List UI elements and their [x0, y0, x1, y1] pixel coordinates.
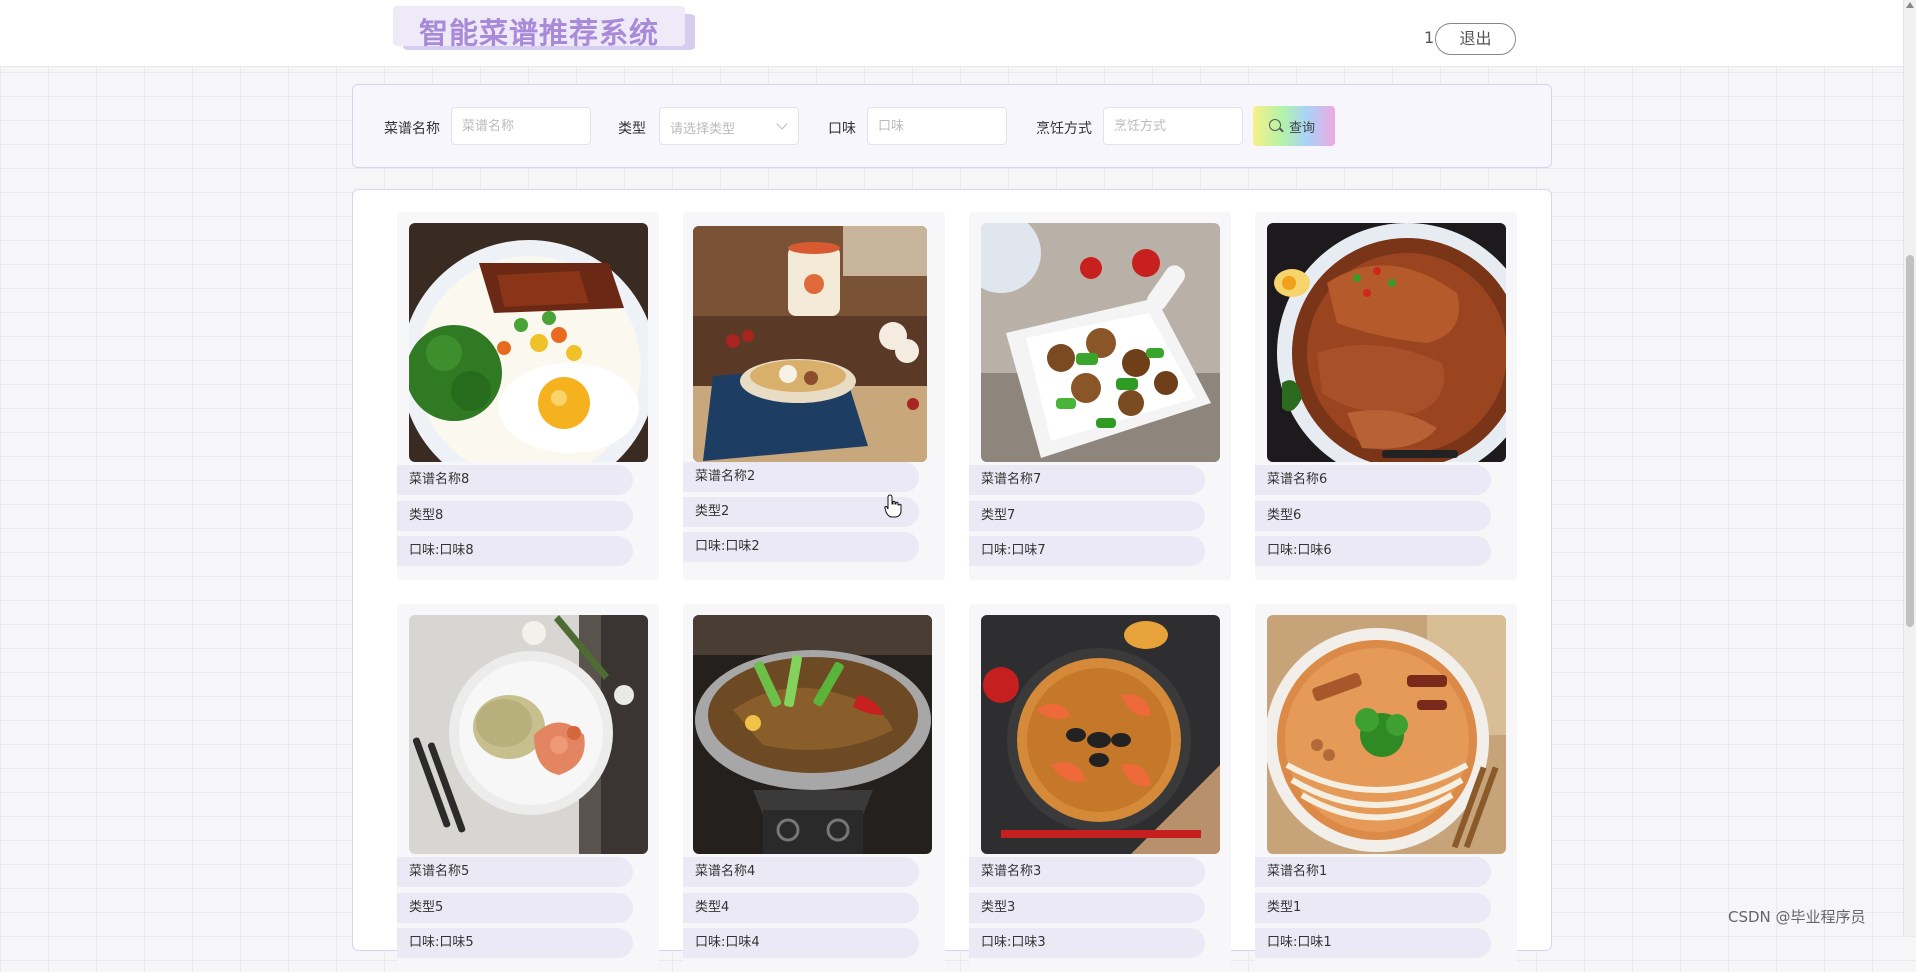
page-scrollbar[interactable] — [1903, 0, 1916, 936]
title-box: 智能菜谱推荐系统 — [393, 6, 685, 50]
recipe-name: 菜谱名称3 — [969, 857, 1205, 887]
recipe-taste: 口味:口味1 — [1255, 928, 1491, 958]
type-select-placeholder: 请选择类型 — [670, 122, 736, 137]
taste-input[interactable] — [867, 107, 1007, 145]
search-icon — [1269, 119, 1281, 131]
recipe-card[interactable]: 菜谱名称6 类型6 口味:口味6 — [1255, 212, 1517, 580]
recipe-type: 类型7 — [969, 501, 1205, 531]
recipe-card[interactable]: 菜谱名称7 类型7 口味:口味7 — [969, 212, 1231, 580]
query-button[interactable]: 查询 — [1253, 106, 1335, 146]
recipe-name-input[interactable] — [451, 107, 591, 145]
watermark: CSDN @毕业程序员 — [1728, 908, 1866, 926]
scroll-thumb[interactable] — [1906, 255, 1914, 627]
recipe-type: 类型5 — [397, 893, 633, 923]
recipe-card[interactable]: 菜谱名称8 类型8 口味:口味8 — [397, 212, 659, 580]
recipe-image[interactable] — [1267, 223, 1506, 462]
recipe-type: 类型4 — [683, 893, 919, 923]
recipe-taste: 口味:口味5 — [397, 928, 633, 958]
chevron-down-icon — [776, 118, 788, 130]
user-number: 1 — [1424, 28, 1435, 47]
recipe-taste: 口味:口味8 — [397, 536, 633, 566]
scroll-up-arrow-icon[interactable] — [1906, 2, 1914, 8]
cooking-method-input[interactable] — [1103, 107, 1243, 145]
recipe-image[interactable] — [981, 223, 1220, 462]
recipe-image[interactable] — [409, 223, 648, 462]
recipe-image[interactable] — [693, 615, 932, 854]
recipe-image[interactable] — [1267, 615, 1506, 854]
site-title: 智能菜谱推荐系统 — [419, 16, 660, 50]
recipe-name: 菜谱名称8 — [397, 465, 633, 495]
recipe-card[interactable]: 菜谱名称1 类型1 口味:口味1 — [1255, 604, 1517, 972]
recipe-name: 菜谱名称4 — [683, 857, 919, 887]
recipe-taste: 口味:口味3 — [969, 928, 1205, 958]
site-title-banner: 智能菜谱推荐系统 — [393, 6, 698, 52]
recipe-name-label: 菜谱名称 — [384, 121, 440, 137]
recipe-name: 菜谱名称5 — [397, 857, 633, 887]
recipe-list-panel: 菜谱名称8 类型8 口味:口味8 菜谱名称2 类型2 口味:口味2 菜谱名称7 … — [352, 189, 1552, 972]
recipe-card[interactable]: 菜谱名称3 类型3 口味:口味3 — [969, 604, 1231, 972]
type-label: 类型 — [618, 121, 646, 137]
recipe-taste: 口味:口味6 — [1255, 536, 1491, 566]
recipe-name: 菜谱名称6 — [1255, 465, 1491, 495]
recipe-card[interactable]: 菜谱名称2 类型2 口味:口味2 — [683, 212, 945, 580]
recipe-taste: 口味:口味2 — [683, 532, 919, 562]
top-header: 智能菜谱推荐系统 1 退出 — [0, 0, 1904, 67]
recipe-image[interactable] — [409, 615, 648, 854]
recipe-type: 类型1 — [1255, 893, 1491, 923]
recipe-image[interactable] — [981, 615, 1220, 854]
recipe-name: 菜谱名称1 — [1255, 857, 1491, 887]
recipe-type: 类型3 — [969, 893, 1205, 923]
recipe-type: 类型6 — [1255, 501, 1491, 531]
search-panel: 菜谱名称 类型 请选择类型 口味 烹饪方式 查询 — [352, 84, 1552, 168]
recipe-image[interactable] — [693, 226, 927, 462]
type-select[interactable]: 请选择类型 — [659, 107, 799, 145]
recipe-type: 类型8 — [397, 501, 633, 531]
recipe-name: 菜谱名称2 — [683, 462, 919, 492]
cooking-method-label: 烹饪方式 — [1036, 121, 1092, 137]
recipe-card[interactable]: 菜谱名称4 类型4 口味:口味4 — [683, 604, 945, 972]
recipe-name: 菜谱名称7 — [969, 465, 1205, 495]
recipe-taste: 口味:口味7 — [969, 536, 1205, 566]
recipe-taste: 口味:口味4 — [683, 928, 919, 958]
logout-button[interactable]: 退出 — [1435, 23, 1516, 55]
hand-cursor-icon — [884, 494, 902, 518]
recipe-card[interactable]: 菜谱名称5 类型5 口味:口味5 — [397, 604, 659, 972]
taste-label: 口味 — [828, 121, 856, 137]
query-button-label: 查询 — [1289, 121, 1316, 136]
